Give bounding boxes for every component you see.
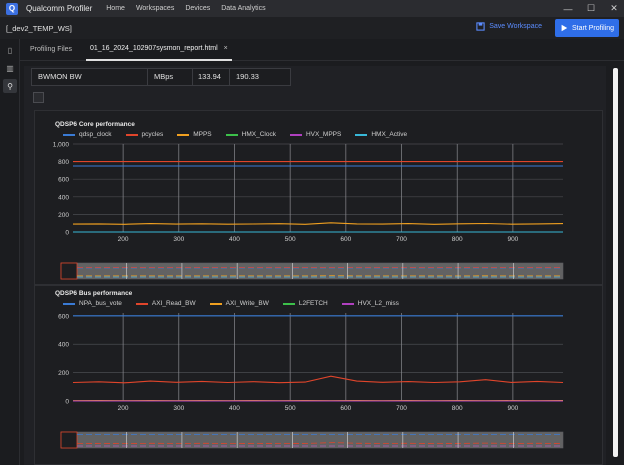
- core-chart[interactable]: 0 200 400 600 800 1,000 200 300 400 500 600 700 800 9…: [35, 136, 604, 286]
- bwmon-name: BWMON BW: [38, 72, 82, 81]
- tab-report-label: 01_16_2024_102907sysmon_report.html: [90, 45, 218, 52]
- vertical-scrollbar[interactable]: [612, 66, 619, 459]
- report-content: BWMON BW MBps 133.94 190.33 QDSP6 Core p…: [24, 66, 606, 465]
- sidebar-link-icon[interactable]: ⚲: [3, 79, 17, 93]
- tab-close-icon[interactable]: ×: [224, 45, 228, 52]
- maximize-icon[interactable]: ☐: [585, 3, 597, 14]
- x-tick-label: 900: [507, 236, 518, 243]
- bus-performance-section: QDSP6 Bus performance NPA_bus_vote AXI_Re…: [34, 285, 603, 465]
- x-tick-label: 800: [452, 405, 463, 412]
- x-tick-label: 500: [285, 236, 296, 243]
- menu-devices[interactable]: Devices: [185, 5, 210, 12]
- legend-swatch: [209, 302, 222, 305]
- legend-swatch: [135, 302, 148, 305]
- save-icon: [476, 22, 485, 31]
- x-tick-label: 600: [340, 236, 351, 243]
- range-handle[interactable]: [60, 431, 78, 449]
- x-tick-label: 800: [452, 236, 463, 243]
- menu-workspaces[interactable]: Workspaces: [136, 5, 174, 12]
- start-profiling-button[interactable]: Start Profiling: [555, 19, 619, 37]
- start-profiling-label: Start Profiling: [571, 24, 615, 32]
- y-tick-label: 400: [58, 194, 69, 201]
- x-tick-label: 300: [173, 236, 184, 243]
- bwmon-value-2: 190.33: [236, 72, 259, 81]
- y-tick-label: 600: [58, 177, 69, 184]
- y-tick-label: 400: [58, 342, 69, 349]
- x-tick-label: 700: [396, 236, 407, 243]
- table-toggle-icon[interactable]: [33, 92, 44, 103]
- series-line: [72, 375, 564, 384]
- table-divider: [192, 69, 193, 85]
- y-tick-label: 800: [58, 159, 69, 166]
- close-icon[interactable]: ✕: [608, 3, 620, 14]
- bus-chart[interactable]: 0 200 400 600 200 300 400 500 600 700 800 900: [35, 306, 604, 465]
- bwmon-unit: MBps: [154, 72, 174, 81]
- chart-title: QDSP6 Bus performance: [55, 290, 133, 297]
- range-handle[interactable]: [60, 262, 78, 280]
- series-line: [72, 222, 564, 225]
- sidebar-chart-icon[interactable]: ▥: [3, 61, 17, 75]
- x-tick-label: 200: [118, 405, 129, 412]
- x-tick-label: 700: [396, 405, 407, 412]
- app-title: Qualcomm Profiler: [26, 4, 93, 13]
- save-workspace-label: Save Workspace: [489, 23, 542, 30]
- y-tick-label: 600: [58, 313, 69, 320]
- y-tick-label: 200: [58, 212, 69, 219]
- bwmon-row: BWMON BW MBps 133.94 190.33: [31, 68, 291, 86]
- play-icon: [561, 24, 568, 32]
- menu-home[interactable]: Home: [106, 5, 125, 12]
- y-tick-label: 1,000: [53, 142, 70, 149]
- legend-swatch: [341, 302, 354, 305]
- tab-profiling-files[interactable]: Profiling Files: [30, 46, 72, 53]
- qualcomm-logo-icon: Q: [6, 2, 18, 15]
- legend-swatch: [63, 302, 75, 305]
- chart-title: QDSP6 Core performance: [55, 121, 135, 128]
- x-tick-label: 600: [340, 405, 351, 412]
- y-tick-label: 0: [65, 399, 69, 406]
- sidebar-devices-icon[interactable]: ▯: [3, 43, 17, 57]
- x-tick-label: 400: [229, 236, 240, 243]
- minimize-icon[interactable]: —: [562, 4, 574, 14]
- y-tick-label: 200: [58, 370, 69, 377]
- title-bar: Q Qualcomm Profiler Home Workspaces Devi…: [0, 0, 624, 17]
- save-workspace-button[interactable]: Save Workspace: [476, 22, 542, 31]
- workspace-name: [_dev2_TEMP_WS]: [6, 23, 72, 33]
- menu-data-analytics[interactable]: Data Analytics: [221, 5, 265, 12]
- x-tick-label: 500: [285, 405, 296, 412]
- x-tick-label: 400: [229, 405, 240, 412]
- core-performance-section: QDSP6 Core performance qdsp_clock pcycles…: [34, 110, 603, 285]
- y-tick-label: 0: [65, 230, 69, 237]
- table-divider: [229, 69, 230, 85]
- table-divider: [147, 69, 148, 85]
- bwmon-value-1: 133.94: [198, 72, 221, 81]
- x-tick-label: 300: [173, 405, 184, 412]
- workspace-bar: [_dev2_TEMP_WS] Save Workspace Start Pro…: [0, 17, 624, 39]
- scroll-thumb[interactable]: [613, 68, 618, 457]
- file-tabs: Profiling Files 01_16_2024_102907sysmon_…: [20, 39, 624, 61]
- x-tick-label: 200: [118, 236, 129, 243]
- legend-swatch: [282, 302, 295, 305]
- x-tick-label: 900: [507, 405, 518, 412]
- tab-report-file[interactable]: 01_16_2024_102907sysmon_report.html ×: [86, 39, 232, 61]
- sidebar: ▯ ▥ ⚲: [0, 39, 20, 465]
